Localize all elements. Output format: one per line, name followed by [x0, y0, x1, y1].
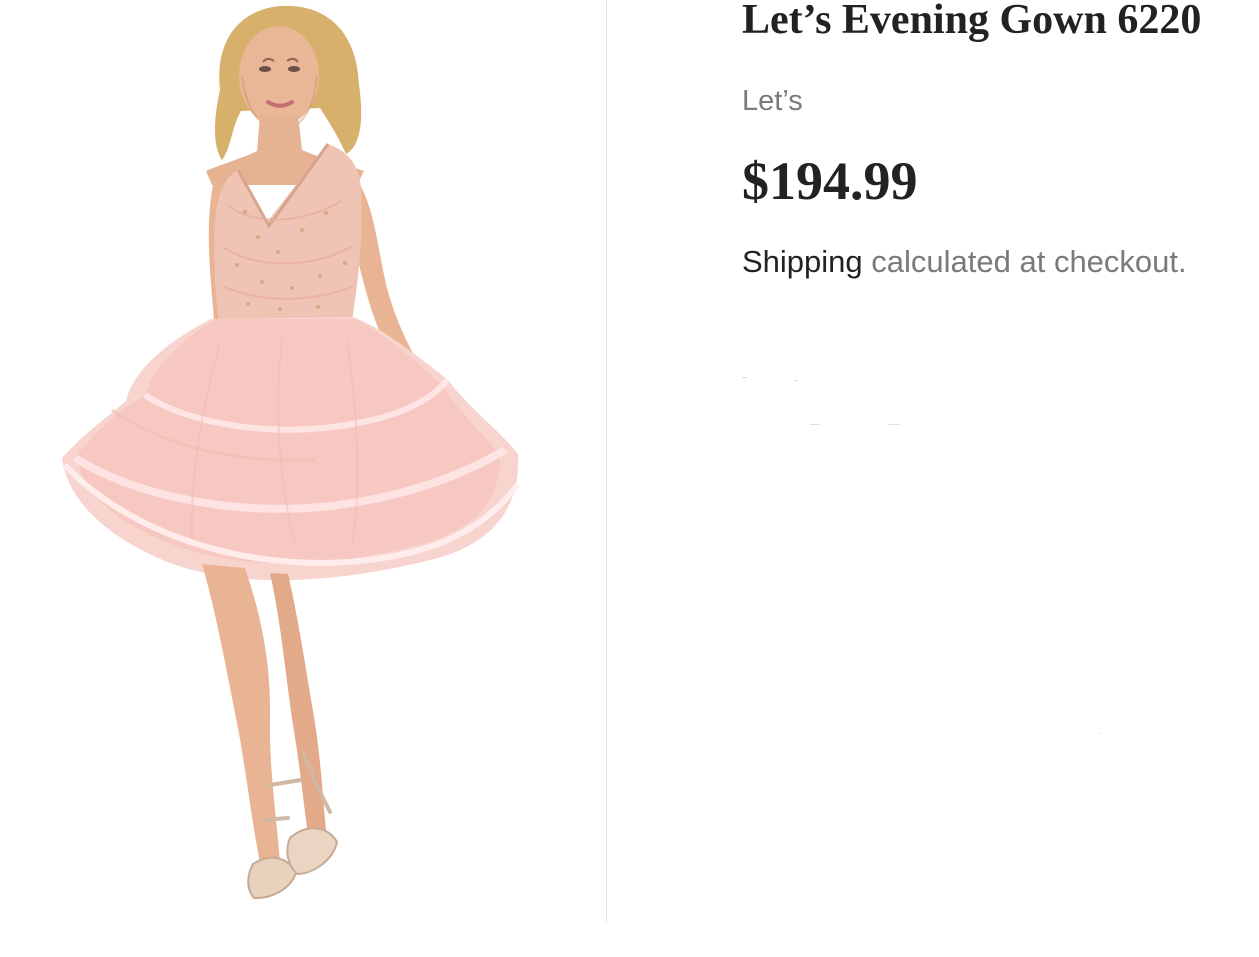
- product-vendor[interactable]: Let’s: [742, 82, 803, 120]
- render-artifact-dot: [794, 380, 797, 381]
- media-divider: [606, 0, 607, 922]
- render-artifact-line: [888, 424, 900, 425]
- render-artifact-dot: [1100, 733, 1102, 734]
- shipping-info: Shipping calculated at checkout.: [742, 242, 1187, 282]
- product-image-area[interactable]: [0, 0, 606, 957]
- shipping-link[interactable]: Shipping: [742, 244, 863, 279]
- product-photo[interactable]: [0, 0, 606, 957]
- render-artifact-line: [742, 377, 747, 378]
- shipping-info-text: calculated at checkout.: [862, 244, 1187, 279]
- product-title: Let’s Evening Gown 6220: [742, 0, 1202, 43]
- product-price: $194.99: [742, 151, 918, 211]
- render-artifact-line: [810, 424, 820, 425]
